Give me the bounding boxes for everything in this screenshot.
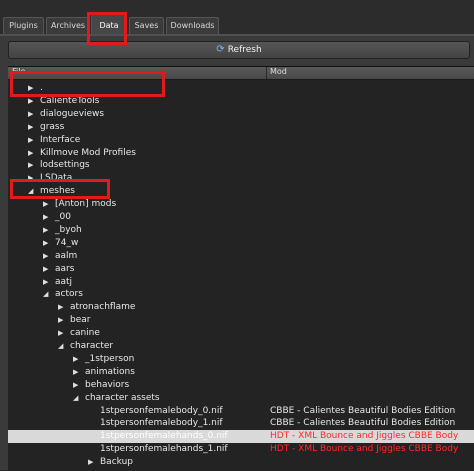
expand-arrow-open-icon[interactable]: ◢ [58,340,66,353]
tree-row-label: bear [70,315,91,326]
tab-bar: Plugins Archives Data Saves Downloads [0,0,474,36]
tree-row[interactable]: ▶ _1stperson [8,353,474,366]
expand-arrow-icon[interactable]: ▶ [58,327,66,340]
column-header-mod[interactable]: Mod [266,67,474,79]
tree-row-mod: HDT - XML Bounce and Jiggles CBBE Body [270,444,459,455]
tree-row[interactable]: ▶ _byoh [8,224,474,237]
expand-arrow-icon[interactable]: ▶ [28,121,36,134]
highlight-box-data-tab [87,12,127,45]
tree-row-label: grass [40,121,65,132]
tab-saves[interactable]: Saves [129,17,164,35]
tree-row-label: dialogueviews [40,108,105,119]
tree-row-selected[interactable]: 1stpersonfemalehands_0.nif HDT - XML Boun… [8,430,474,444]
tree-row[interactable]: ▶ canine [8,327,474,340]
tree-row[interactable]: ▶ aalm [8,250,474,263]
tree-row-label: character assets [85,392,160,403]
expand-arrow-icon[interactable]: ▶ [43,211,51,224]
refresh-icon: ⟳ [216,44,225,55]
tree-row[interactable]: ◢ character assets [8,392,474,405]
refresh-button[interactable]: ⟳ Refresh [8,41,470,59]
expand-arrow-icon[interactable]: ▶ [73,366,81,379]
tree-row[interactable]: ▶ behaviors [8,379,474,392]
tree-row-label: 74_w [55,237,79,248]
tree-row-label: [Anton] mods [55,199,117,210]
tree-row[interactable]: ▶ [Anton] mods [8,198,474,211]
tree-row[interactable]: ▶ Killmove Mod Profiles [8,147,474,160]
tree-row[interactable]: ▶ aars [8,263,474,276]
tree-row-label: _1stperson [85,353,135,364]
expand-arrow-icon[interactable]: ▶ [43,224,51,237]
tree-row[interactable]: 1stpersonfemalebody_0.nif CBBE - Caliente… [8,405,474,418]
tree-row-label: aars [55,263,75,274]
tree-row-label: behaviors [85,379,130,390]
tree-row[interactable]: ▶ aatj [8,276,474,289]
tree-row[interactable]: ◢ actors [8,288,474,301]
data-tree[interactable]: File Mod ▶. ▶ CalienteTools ▶ dialogueviews ▶… [8,66,474,471]
expand-arrow-open-icon[interactable]: ◢ [73,392,81,405]
tree-row-label: lodsettings [40,160,90,171]
tree-row-label: animations [85,366,135,377]
expand-arrow-icon[interactable]: ▶ [43,237,51,250]
tree-row-label: atronachflame [70,302,136,313]
expand-arrow-open-icon[interactable]: ◢ [43,288,51,301]
tree-row-label: Killmove Mod Profiles [40,147,136,158]
tree-row[interactable]: ▶ 74_w [8,237,474,250]
tab-archives[interactable]: Archives [46,17,90,35]
tree-row[interactable]: 1stpersonfemalebody_1.nif CBBE - Caliente… [8,417,474,430]
highlight-box-meshes [10,179,110,199]
tab-downloads[interactable]: Downloads [166,17,219,35]
expand-arrow-icon[interactable]: ▶ [43,250,51,263]
expand-arrow-icon[interactable]: ▶ [43,198,51,211]
tree-row[interactable]: ▶ bear [8,314,474,327]
expand-arrow-icon[interactable]: ▶ [73,353,81,366]
tree-row-label: aalm [55,250,78,261]
refresh-label: Refresh [227,45,262,55]
tree-row-label: actors [55,289,83,300]
expand-arrow-icon[interactable]: ▶ [43,263,51,276]
expand-arrow-icon[interactable]: ▶ [88,456,96,469]
tree-row-mod: HDT - XML Bounce and Jiggles CBBE Body [270,431,459,442]
expand-arrow-icon[interactable]: ▶ [73,379,81,392]
expand-arrow-icon[interactable]: ▶ [43,276,51,289]
tree-row[interactable]: ▶ atronachflame [8,301,474,314]
tab-plugins[interactable]: Plugins [3,17,44,35]
tree-row-label: character [70,341,114,351]
tree-row[interactable]: 1stpersonfemalehands_1.nif HDT - XML Boun… [8,443,474,456]
tree-row[interactable]: ◢ character [8,340,474,353]
highlight-box-root-folder [10,71,165,97]
expand-arrow-icon[interactable]: ▶ [58,301,66,314]
tree-row-label: 1stpersonfemalehands_0.nif [100,431,228,442]
tree-row-label: canine [70,328,100,339]
tree-row[interactable]: ▶ Backup [8,456,474,469]
tree-row-label: 1stpersonfemalebody_0.nif [100,405,223,416]
tree-row-label: _byoh [55,224,82,235]
expand-arrow-icon[interactable]: ▶ [28,108,36,121]
tree-row-label: Interface [40,134,81,145]
expand-arrow-icon[interactable]: ▶ [58,314,66,327]
tree-row-label: aatj [55,276,73,287]
tree-row[interactable]: ▶ _00 [8,211,474,224]
expand-arrow-icon[interactable]: ▶ [28,147,36,160]
tree-row[interactable]: ▶ lodsettings [8,159,474,172]
tree-row[interactable]: ▶ Interface [8,134,474,147]
tree-row-label: _00 [55,212,71,222]
tree-row-label: 1stpersonfemalehands_1.nif [100,444,228,455]
expand-arrow-icon[interactable]: ▶ [28,159,36,172]
tree-row-label: Backup [100,457,133,468]
tree-row-label: 1stpersonfemalebody_1.nif [100,418,223,429]
tree-row-mod: CBBE - Calientes Beautiful Bodies Editio… [270,418,456,429]
tree-row-mod: CBBE - Calientes Beautiful Bodies Editio… [270,405,456,416]
tree-row[interactable]: ▶ dialogueviews [8,108,474,121]
tree-row[interactable]: ▶ grass [8,121,474,134]
expand-arrow-icon[interactable]: ▶ [28,134,36,147]
tree-row[interactable]: ▶ animations [8,366,474,379]
